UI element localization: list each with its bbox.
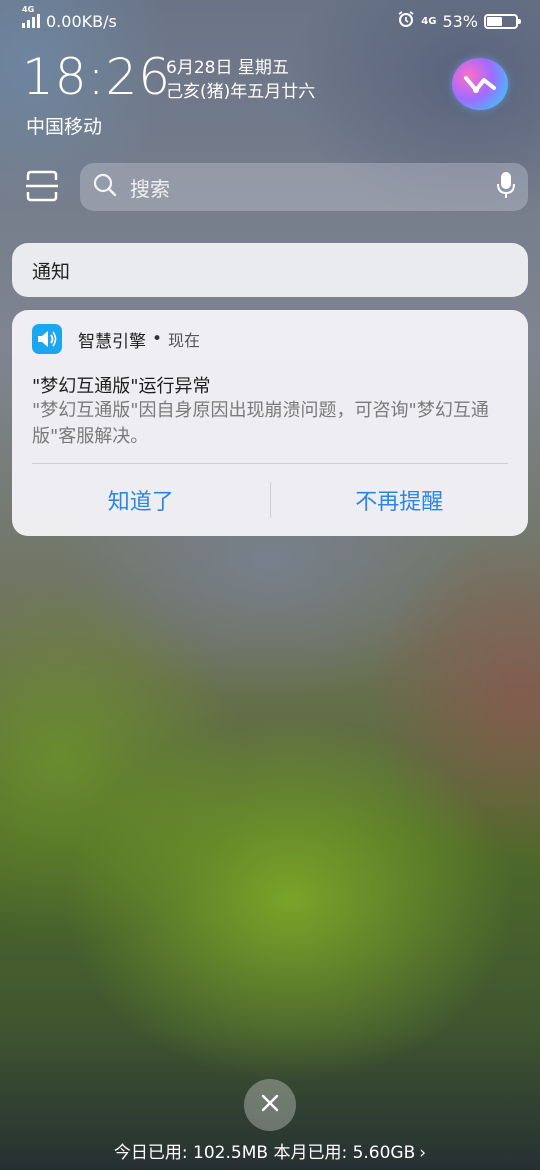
date-block: 6月28日 星期五 己亥(猪)年五月廿六 [166,56,315,104]
jovi-assistant-icon[interactable] [452,58,508,110]
battery-icon [484,13,521,29]
search-placeholder: 搜索 [130,176,170,201]
notification-time: 现在 [168,331,201,350]
got-it-button[interactable]: 知道了 [12,464,270,536]
status-right: 4G 53% [397,10,521,32]
battery-fill [487,16,502,26]
lunar-date: 己亥(猪)年五月廿六 [166,82,316,102]
clock-time: 18:26 [22,48,172,106]
solar-date: 6月28日 星期五 [166,58,289,78]
notification-app-row: 智慧引擎 • 现在 [32,324,200,354]
battery-percent: 53% [442,11,478,31]
carrier-name: 中国移动 [26,116,103,138]
search-input[interactable]: 搜索 [80,163,528,211]
status-bar: 4G 0.00KB/s 4G 53% [0,0,540,42]
notification-body: "梦幻互通版"因自身原因出现崩溃问题，可咨询"梦幻互通版"客服解决。 [32,400,489,447]
smart-engine-app-icon [32,324,62,354]
notification-title: "梦幻互通版"运行异常 [32,376,211,397]
secondary-network-label: 4G [421,15,437,27]
microphone-icon[interactable] [496,170,516,204]
network-speed: 0.00KB/s [46,11,117,31]
data-usage-summary[interactable]: 今日已用: 102.5MB 本月已用: 5.60GB › [0,1138,540,1163]
cellular-signal-icon: 4G [22,5,40,28]
scan-icon[interactable] [24,168,60,204]
data-usage-text: 今日已用: 102.5MB 本月已用: 5.60GB [113,1143,416,1163]
close-icon [260,1093,280,1117]
chevron-right-icon: › [419,1143,427,1163]
notification-actions: 知道了 不再提醒 [12,464,528,536]
dont-remind-button[interactable]: 不再提醒 [271,464,529,536]
separator-dot: • [152,329,163,349]
alarm-icon [397,10,415,32]
search-icon [92,172,118,202]
notifications-header: 通知 [12,243,528,297]
clear-notifications-button[interactable] [244,1079,296,1131]
notification-card[interactable]: 智慧引擎 • 现在 "梦幻互通版"运行异常 "梦幻互通版"因自身原因出现崩溃问题… [12,310,528,536]
notification-app-name: 智慧引擎 [78,331,146,352]
status-left: 4G 0.00KB/s [22,5,117,31]
network-type-label: 4G [22,5,35,14]
